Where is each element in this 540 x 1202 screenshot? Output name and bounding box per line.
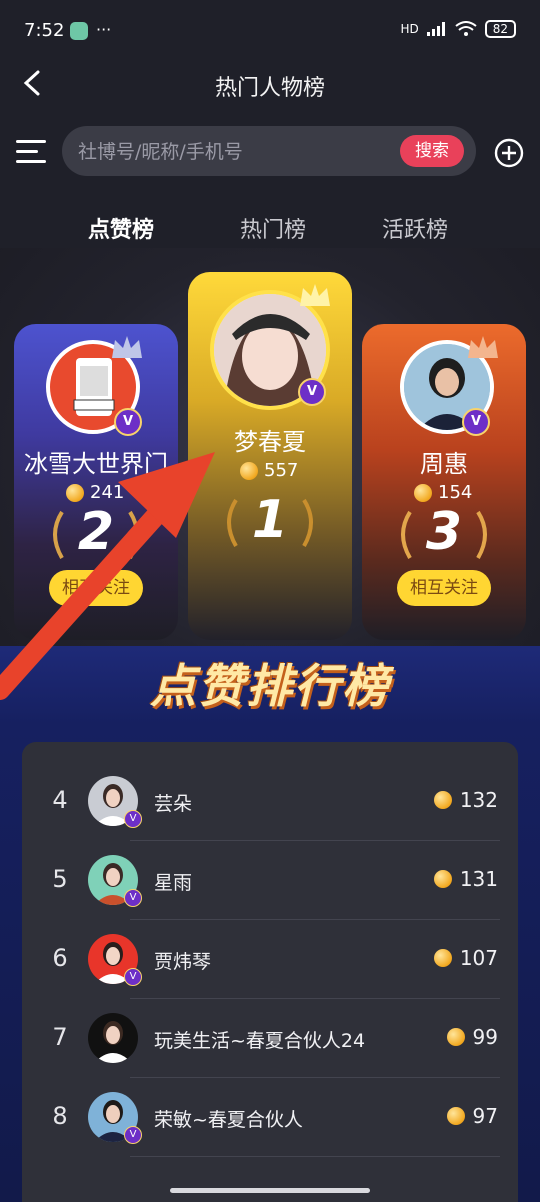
score-value: 99 (472, 1025, 498, 1049)
list-item[interactable]: 6 V 贾炜琴 107 (22, 920, 518, 999)
verified-badge-icon: V (462, 408, 490, 436)
page-title: 热门人物榜 (214, 76, 325, 101)
list-item[interactable]: 7 玩美生活~春夏合伙人24 99 (22, 999, 518, 1078)
row-name: 星雨 (154, 872, 193, 894)
tab-active[interactable]: 活跃榜 (382, 212, 448, 244)
verified-badge-icon: V (124, 968, 142, 986)
verified-badge-icon: V (124, 1126, 142, 1144)
podium-card-first[interactable]: V 梦春夏 557 1 (188, 272, 352, 640)
crown-icon (300, 284, 330, 306)
network-label: HD (400, 22, 419, 36)
podium-likes-second: 241 (66, 482, 124, 503)
podium-name-first: 梦春夏 (234, 428, 306, 456)
row-score: 99 (446, 1025, 498, 1049)
row-name: 芸朵 (154, 793, 193, 815)
row-rank: 6 (52, 944, 68, 972)
podium-likes-third: 154 (414, 482, 472, 503)
score-value: 97 (472, 1104, 498, 1128)
divider (130, 1156, 500, 1157)
row-score: 107 (433, 946, 498, 970)
podium-name-third: 周惠 (420, 450, 468, 478)
podium-rank-third: 3 (425, 502, 463, 562)
score-value: 131 (459, 867, 498, 891)
podium-rank-second: 2 (77, 502, 115, 562)
row-name: 玩美生活~春夏合伙人24 (154, 1030, 366, 1052)
row-rank: 7 (52, 1023, 68, 1051)
verified-badge-icon: V (298, 378, 326, 406)
like-coin-icon (433, 949, 452, 967)
verified-badge-icon: V (124, 889, 142, 907)
tab-likes[interactable]: 点赞榜 (88, 212, 154, 244)
search-button[interactable]: 搜索 (400, 135, 464, 167)
verified-badge-icon: V (114, 408, 142, 436)
podium-likes-first: 557 (240, 460, 298, 481)
search-input[interactable] (76, 126, 380, 178)
wifi-icon (455, 21, 477, 36)
search-bar: 搜索 (62, 126, 476, 178)
podium-rank-first: 1 (251, 490, 289, 550)
row-name: 荣敏~春夏合伙人 (154, 1109, 303, 1131)
list-item[interactable]: 4 V 芸朵 132 (22, 762, 518, 841)
likes-value: 557 (264, 460, 299, 481)
follow-button-third[interactable]: 相互关注 (397, 570, 491, 606)
list-item[interactable]: 8 V 荣敏~春夏合伙人 97 (22, 1078, 518, 1157)
avatar (88, 1013, 138, 1063)
menu-icon[interactable] (16, 140, 46, 164)
ranking-banner-title: 点赞排行榜 (150, 659, 390, 713)
score-value: 107 (459, 946, 498, 970)
verified-badge-icon: V (124, 810, 142, 828)
podium-name-second: 冰雪大世界门 (24, 450, 168, 478)
status-more-dots: ··· (96, 20, 112, 39)
podium-card-second[interactable]: V 冰雪大世界门 241 2 相互关注 (14, 324, 178, 640)
ranking-list: 4 V 芸朵 132 5 V 星雨 131 6 V 贾炜琴 107 7 玩美生活… (22, 742, 518, 1202)
signal-icon (426, 22, 445, 36)
row-rank: 4 (52, 786, 68, 814)
like-coin-icon (240, 461, 258, 480)
like-coin-icon (446, 1028, 465, 1046)
likes-value: 154 (438, 482, 473, 503)
follow-button-second[interactable]: 相互关注 (49, 570, 143, 606)
status-time: 7:52 (24, 20, 65, 41)
crown-icon (112, 336, 142, 358)
status-indicators: HD 82 (400, 20, 516, 38)
row-score: 132 (433, 788, 498, 812)
home-indicator[interactable] (170, 1188, 370, 1193)
crown-icon (468, 336, 498, 358)
app-notification-icon (70, 22, 88, 40)
row-score: 131 (433, 867, 498, 891)
battery-icon: 82 (484, 20, 516, 38)
row-rank: 8 (52, 1102, 68, 1130)
row-name: 贾炜琴 (154, 951, 212, 973)
tab-popular[interactable]: 热门榜 (240, 212, 306, 244)
score-value: 132 (459, 788, 498, 812)
likes-value: 241 (90, 482, 125, 503)
like-coin-icon (433, 870, 452, 888)
list-item[interactable]: 5 V 星雨 131 (22, 841, 518, 920)
podium-card-third[interactable]: V 周惠 154 3 相互关注 (362, 324, 526, 640)
row-score: 97 (446, 1104, 498, 1128)
row-rank: 5 (52, 865, 68, 893)
like-coin-icon (433, 791, 452, 809)
like-coin-icon (446, 1107, 465, 1125)
add-icon[interactable] (494, 138, 524, 168)
like-coin-icon (66, 483, 84, 502)
like-coin-icon (414, 483, 432, 502)
